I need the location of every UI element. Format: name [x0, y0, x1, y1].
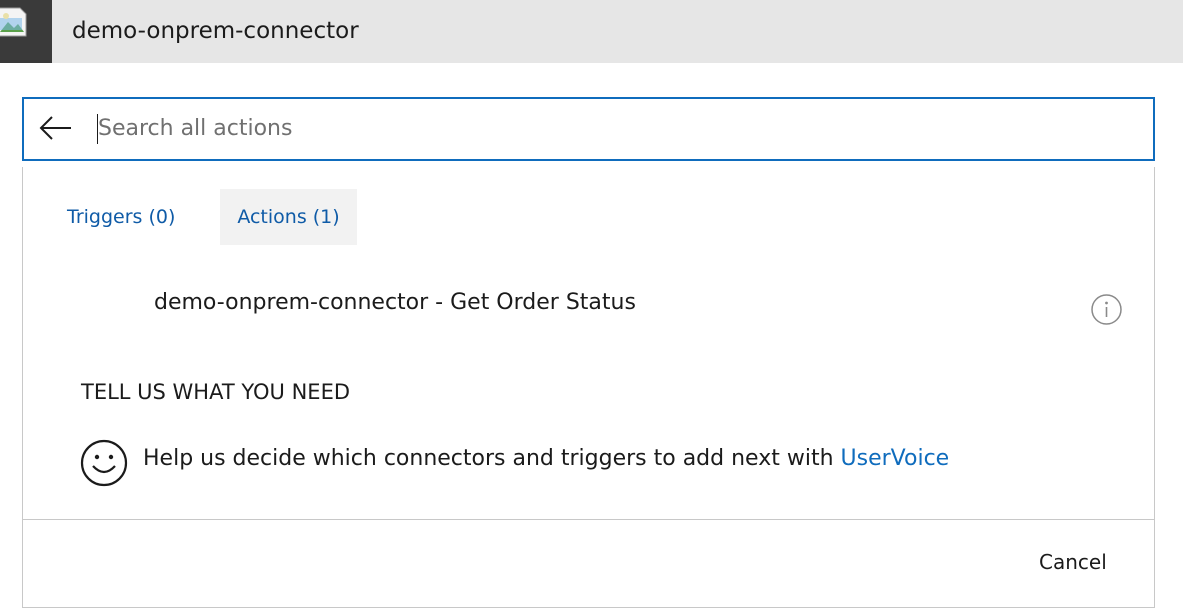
tab-triggers[interactable]: Triggers (0): [67, 189, 175, 245]
info-icon[interactable]: [1090, 293, 1123, 326]
connector-title: demo-onprem-connector: [72, 18, 359, 44]
actions-panel: Triggers (0) Actions (1) demo-onprem-con…: [22, 167, 1155, 608]
tab-actions[interactable]: Actions (1): [220, 189, 357, 245]
uservoice-link[interactable]: UserVoice: [841, 446, 950, 471]
action-item-get-order-status[interactable]: demo-onprem-connector - Get Order Status: [23, 275, 1154, 331]
header-bar: demo-onprem-connector: [0, 0, 1183, 63]
search-input[interactable]: [98, 111, 1118, 145]
search-box: [22, 97, 1155, 161]
action-item-label: demo-onprem-connector - Get Order Status: [154, 290, 636, 315]
smiley-icon: [80, 439, 128, 487]
feedback-message-text: Help us decide which connectors and trig…: [143, 446, 841, 471]
arrow-left-icon[interactable]: [38, 113, 74, 143]
footer-divider: [23, 519, 1154, 520]
cancel-button[interactable]: Cancel: [1031, 545, 1115, 579]
broken-image-icon: [0, 0, 52, 63]
feedback-heading: TELL US WHAT YOU NEED: [81, 380, 351, 404]
feedback-message: Help us decide which connectors and trig…: [143, 444, 949, 474]
